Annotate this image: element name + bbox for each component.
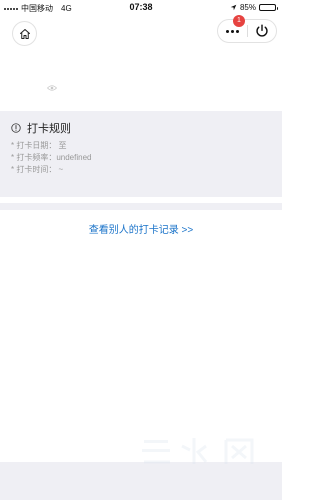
battery-percent: 85% [239,3,256,12]
rules-title: 打卡规则 [27,123,71,135]
rules-panel: 打卡规则 * 打卡日期： 至 * 打卡频率：undefined * 打卡时间： … [0,111,282,197]
rules-header: 打卡规则 [11,120,71,136]
power-icon [256,24,268,37]
rule-date: * 打卡日期： 至 [11,141,67,150]
watermark-logo [142,438,254,464]
home-icon [19,28,30,39]
more-icon [226,29,239,33]
rule-frequency: * 打卡频率：undefined [11,153,92,162]
menu-capsule [217,19,277,43]
home-button[interactable] [12,21,37,46]
close-miniprogram-button[interactable] [248,20,276,42]
view-others-records-link[interactable]: 查看别人的打卡记录 >> [0,221,282,236]
battery-icon [259,4,278,11]
status-bar: 中国移动 4G 07:38 85% [0,0,282,14]
eye-icon [47,85,57,91]
rule-time: * 打卡时间： ~ [11,165,64,174]
bottom-area [0,462,282,500]
section-divider [0,203,282,210]
status-right: 85% [230,3,278,12]
location-arrow-icon [230,4,237,11]
notification-badge: 1 [233,15,245,27]
info-icon [11,123,21,133]
